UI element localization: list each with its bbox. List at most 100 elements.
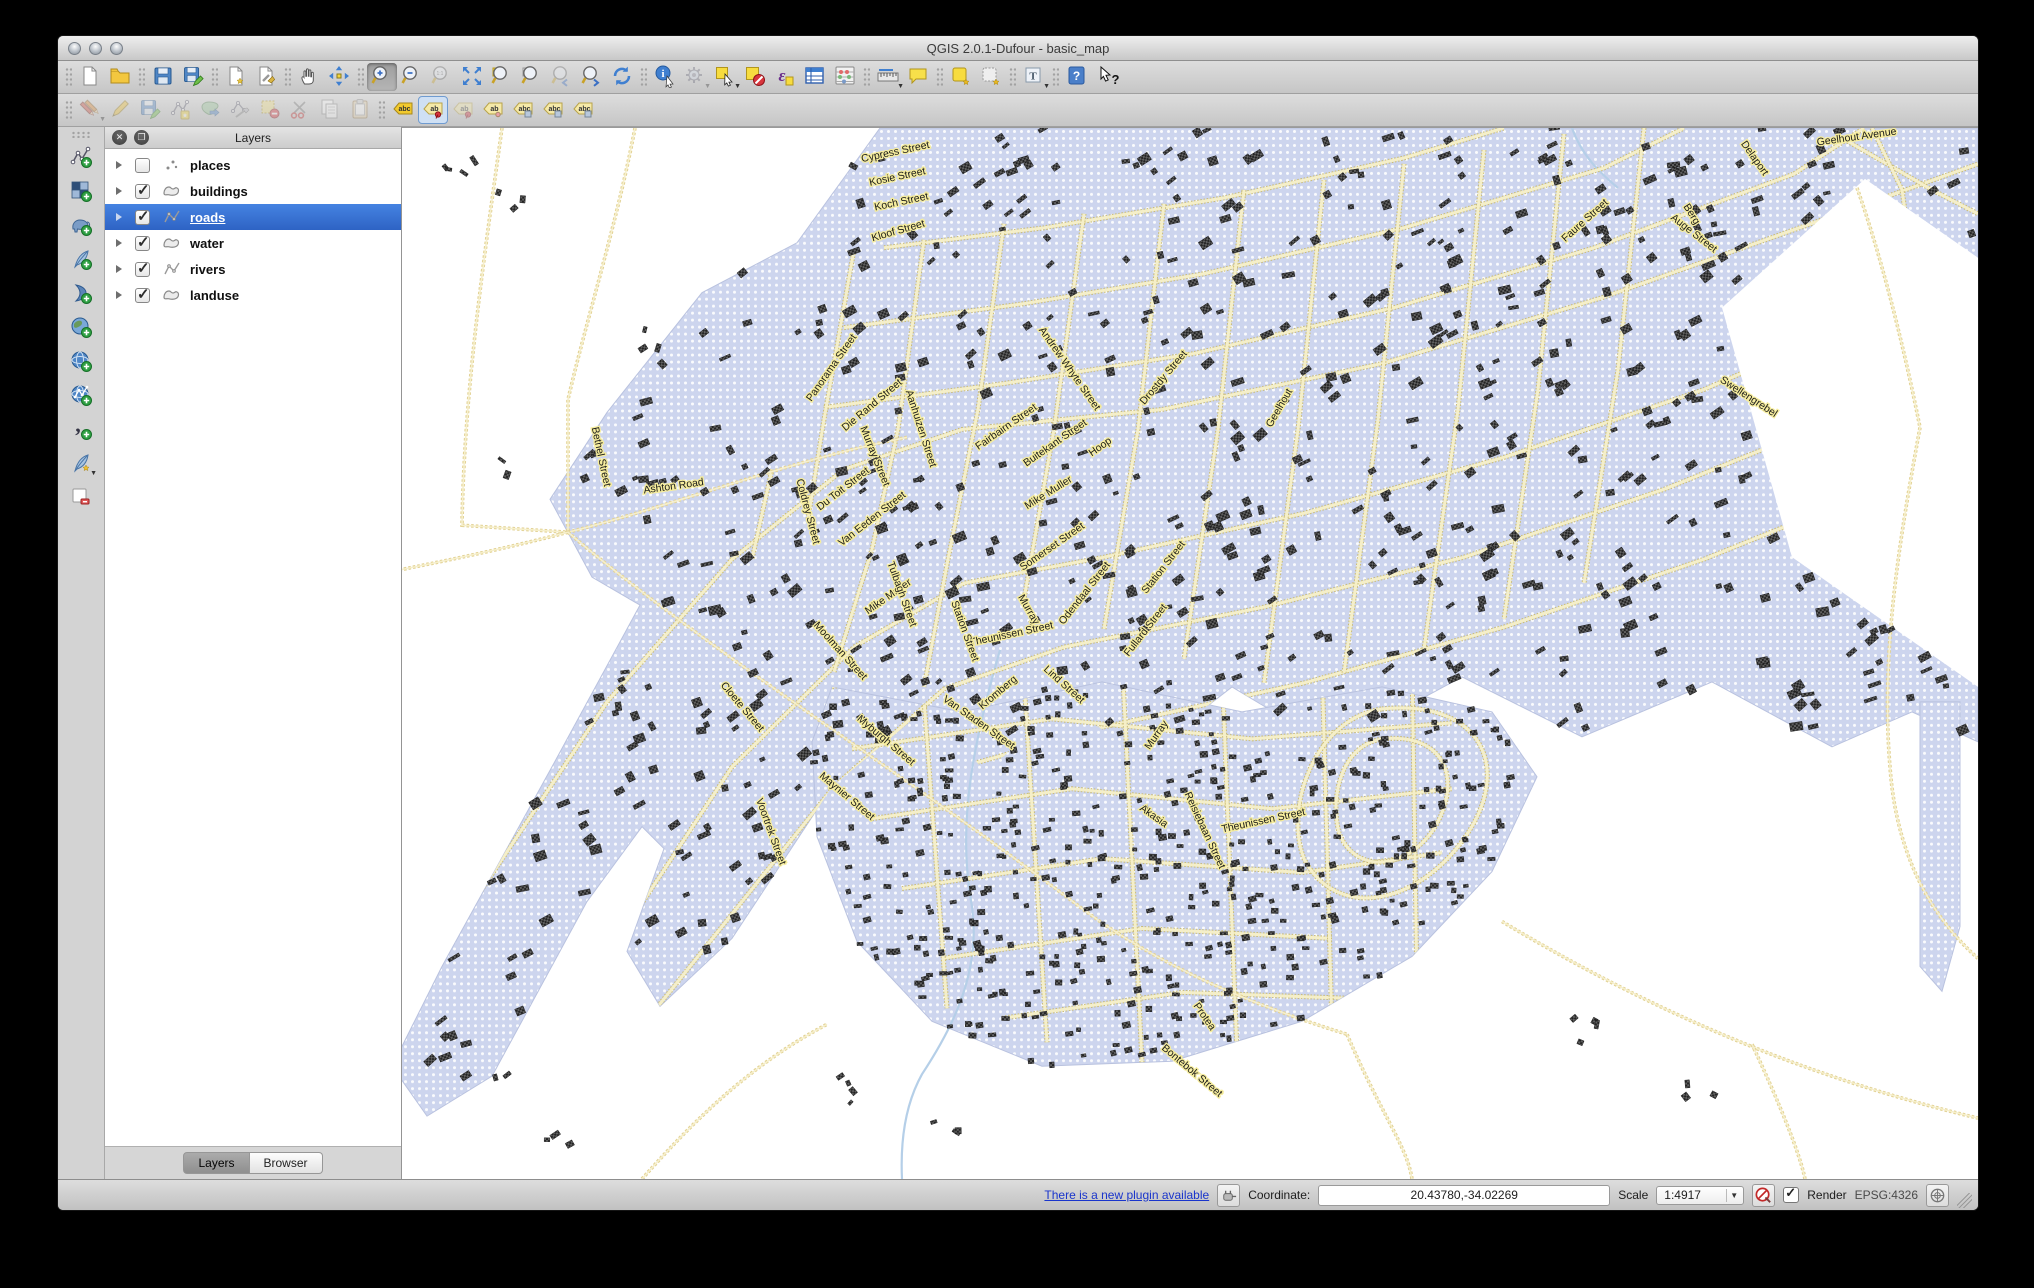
whats-this-button[interactable]: ? bbox=[1092, 63, 1122, 91]
toolbar-handle[interactable] bbox=[378, 100, 385, 120]
toolbar-handle[interactable] bbox=[284, 67, 291, 87]
help-contents-button[interactable]: ? bbox=[1062, 63, 1092, 91]
zoom-actual-button[interactable]: 1:1 bbox=[427, 63, 457, 91]
show-bookmarks-button[interactable] bbox=[976, 63, 1006, 91]
plugin-available-link[interactable]: There is a new plugin available bbox=[1044, 1188, 1209, 1202]
new-bookmark-button[interactable] bbox=[946, 63, 976, 91]
add-mssql-layer-button[interactable] bbox=[66, 280, 96, 308]
label-pin-button[interactable]: ab bbox=[418, 96, 448, 124]
detach-panel-icon[interactable]: ❐ bbox=[134, 130, 149, 145]
toggle-editing-button[interactable] bbox=[105, 96, 135, 124]
layer-row-landuse[interactable]: landuse bbox=[105, 282, 401, 308]
map-tips-button[interactable] bbox=[903, 63, 933, 91]
toolbar-handle[interactable] bbox=[138, 67, 145, 87]
save-project-button[interactable] bbox=[148, 63, 178, 91]
label-change-button[interactable]: abc bbox=[538, 96, 568, 124]
refresh-map-button[interactable] bbox=[607, 63, 637, 91]
toolbar-handle[interactable] bbox=[357, 67, 364, 87]
add-spatialite-layer-button[interactable] bbox=[66, 246, 96, 274]
attribute-table-button[interactable] bbox=[800, 63, 830, 91]
zoom-out-button[interactable] bbox=[397, 63, 427, 91]
layer-visibility-checkbox[interactable] bbox=[135, 184, 150, 199]
toolbar-handle[interactable] bbox=[640, 67, 647, 87]
open-project-button[interactable] bbox=[105, 63, 135, 91]
select-by-expression-button[interactable]: ε bbox=[770, 63, 800, 91]
cut-features-button[interactable] bbox=[285, 96, 315, 124]
layer-row-water[interactable]: water bbox=[105, 230, 401, 256]
new-composer-button[interactable] bbox=[221, 63, 251, 91]
layer-labeling-button[interactable]: abc bbox=[388, 96, 418, 124]
toolbar-handle[interactable] bbox=[863, 67, 870, 87]
add-feature-button[interactable] bbox=[165, 96, 195, 124]
title-bar[interactable]: QGIS 2.0.1-Dufour - basic_map bbox=[58, 36, 1978, 61]
layer-row-buildings[interactable]: buildings bbox=[105, 178, 401, 204]
label-properties-button[interactable]: abc bbox=[568, 96, 598, 124]
minimize-window-button[interactable] bbox=[89, 42, 102, 55]
toolbar-handle[interactable] bbox=[1052, 67, 1059, 87]
close-panel-icon[interactable]: ✕ bbox=[112, 130, 127, 145]
save-project-as-button[interactable] bbox=[178, 63, 208, 91]
run-feature-action-button[interactable]: ▼ bbox=[680, 63, 710, 91]
new-shapefile-layer-button[interactable]: ▼ bbox=[66, 450, 96, 478]
toolbar-handle[interactable] bbox=[936, 67, 943, 87]
layer-visibility-checkbox[interactable] bbox=[135, 236, 150, 251]
expand-triangle-icon[interactable] bbox=[116, 291, 122, 299]
pan-to-selection-button[interactable] bbox=[324, 63, 354, 91]
add-wfs-layer-button[interactable] bbox=[66, 382, 96, 410]
field-calculator-button[interactable] bbox=[830, 63, 860, 91]
add-postgis-layer-button[interactable] bbox=[66, 212, 96, 240]
paste-features-button[interactable] bbox=[345, 96, 375, 124]
delete-selected-button[interactable] bbox=[255, 96, 285, 124]
label-move-button[interactable]: ab bbox=[478, 96, 508, 124]
expand-triangle-icon[interactable] bbox=[116, 213, 122, 221]
layer-row-rivers[interactable]: rivers bbox=[105, 256, 401, 282]
text-annotation-button[interactable]: T▼ bbox=[1019, 63, 1049, 91]
layer-row-places[interactable]: places bbox=[105, 152, 401, 178]
chevron-down-icon[interactable]: ▼ bbox=[1726, 1189, 1741, 1202]
tab-layers[interactable]: Layers bbox=[183, 1152, 249, 1174]
zoom-in-button[interactable] bbox=[367, 63, 397, 91]
render-checkbox[interactable] bbox=[1783, 1187, 1799, 1203]
expand-triangle-icon[interactable] bbox=[116, 265, 122, 273]
zoom-to-layer-button[interactable] bbox=[517, 63, 547, 91]
add-raster-layer-button[interactable] bbox=[66, 178, 96, 206]
label-highlight-button[interactable]: ab bbox=[448, 96, 478, 124]
stop-render-icon[interactable] bbox=[1752, 1184, 1775, 1207]
label-rotate-button[interactable]: abc bbox=[508, 96, 538, 124]
layer-visibility-checkbox[interactable] bbox=[135, 158, 150, 173]
deselect-features-button[interactable] bbox=[740, 63, 770, 91]
expand-triangle-icon[interactable] bbox=[116, 161, 122, 169]
current-edits-button[interactable]: ▼ bbox=[75, 96, 105, 124]
move-feature-button[interactable] bbox=[195, 96, 225, 124]
new-project-button[interactable] bbox=[75, 63, 105, 91]
crs-globe-icon[interactable] bbox=[1926, 1184, 1949, 1207]
expand-triangle-icon[interactable] bbox=[116, 187, 122, 195]
expand-triangle-icon[interactable] bbox=[116, 239, 122, 247]
zoom-next-button[interactable] bbox=[577, 63, 607, 91]
tab-browser[interactable]: Browser bbox=[250, 1152, 323, 1174]
resize-grip[interactable] bbox=[1957, 1193, 1972, 1208]
add-oracle-layer-button[interactable] bbox=[66, 314, 96, 342]
coordinate-input[interactable]: 20.43780,-34.02269 bbox=[1318, 1185, 1610, 1206]
zoom-full-button[interactable] bbox=[457, 63, 487, 91]
plugin-icon[interactable] bbox=[1217, 1184, 1240, 1207]
zoom-last-button[interactable] bbox=[547, 63, 577, 91]
toolbar-handle[interactable] bbox=[71, 131, 91, 138]
select-features-button[interactable]: ▼ bbox=[710, 63, 740, 91]
add-wms-layer-button[interactable] bbox=[66, 348, 96, 376]
identify-features-button[interactable]: i bbox=[650, 63, 680, 91]
toolbar-handle[interactable] bbox=[211, 67, 218, 87]
add-vector-layer-button[interactable] bbox=[66, 144, 96, 172]
composer-manager-button[interactable] bbox=[251, 63, 281, 91]
node-tool-button[interactable] bbox=[225, 96, 255, 124]
toolbar-handle[interactable] bbox=[65, 100, 72, 120]
toolbar-handle[interactable] bbox=[1009, 67, 1016, 87]
layer-visibility-checkbox[interactable] bbox=[135, 288, 150, 303]
pan-map-button[interactable] bbox=[294, 63, 324, 91]
copy-features-button[interactable] bbox=[315, 96, 345, 124]
layer-visibility-checkbox[interactable] bbox=[135, 262, 150, 277]
layer-visibility-checkbox[interactable] bbox=[135, 210, 150, 225]
zoom-window-button[interactable] bbox=[110, 42, 123, 55]
save-layer-edits-button[interactable] bbox=[135, 96, 165, 124]
measure-button[interactable]: ▼ bbox=[873, 63, 903, 91]
